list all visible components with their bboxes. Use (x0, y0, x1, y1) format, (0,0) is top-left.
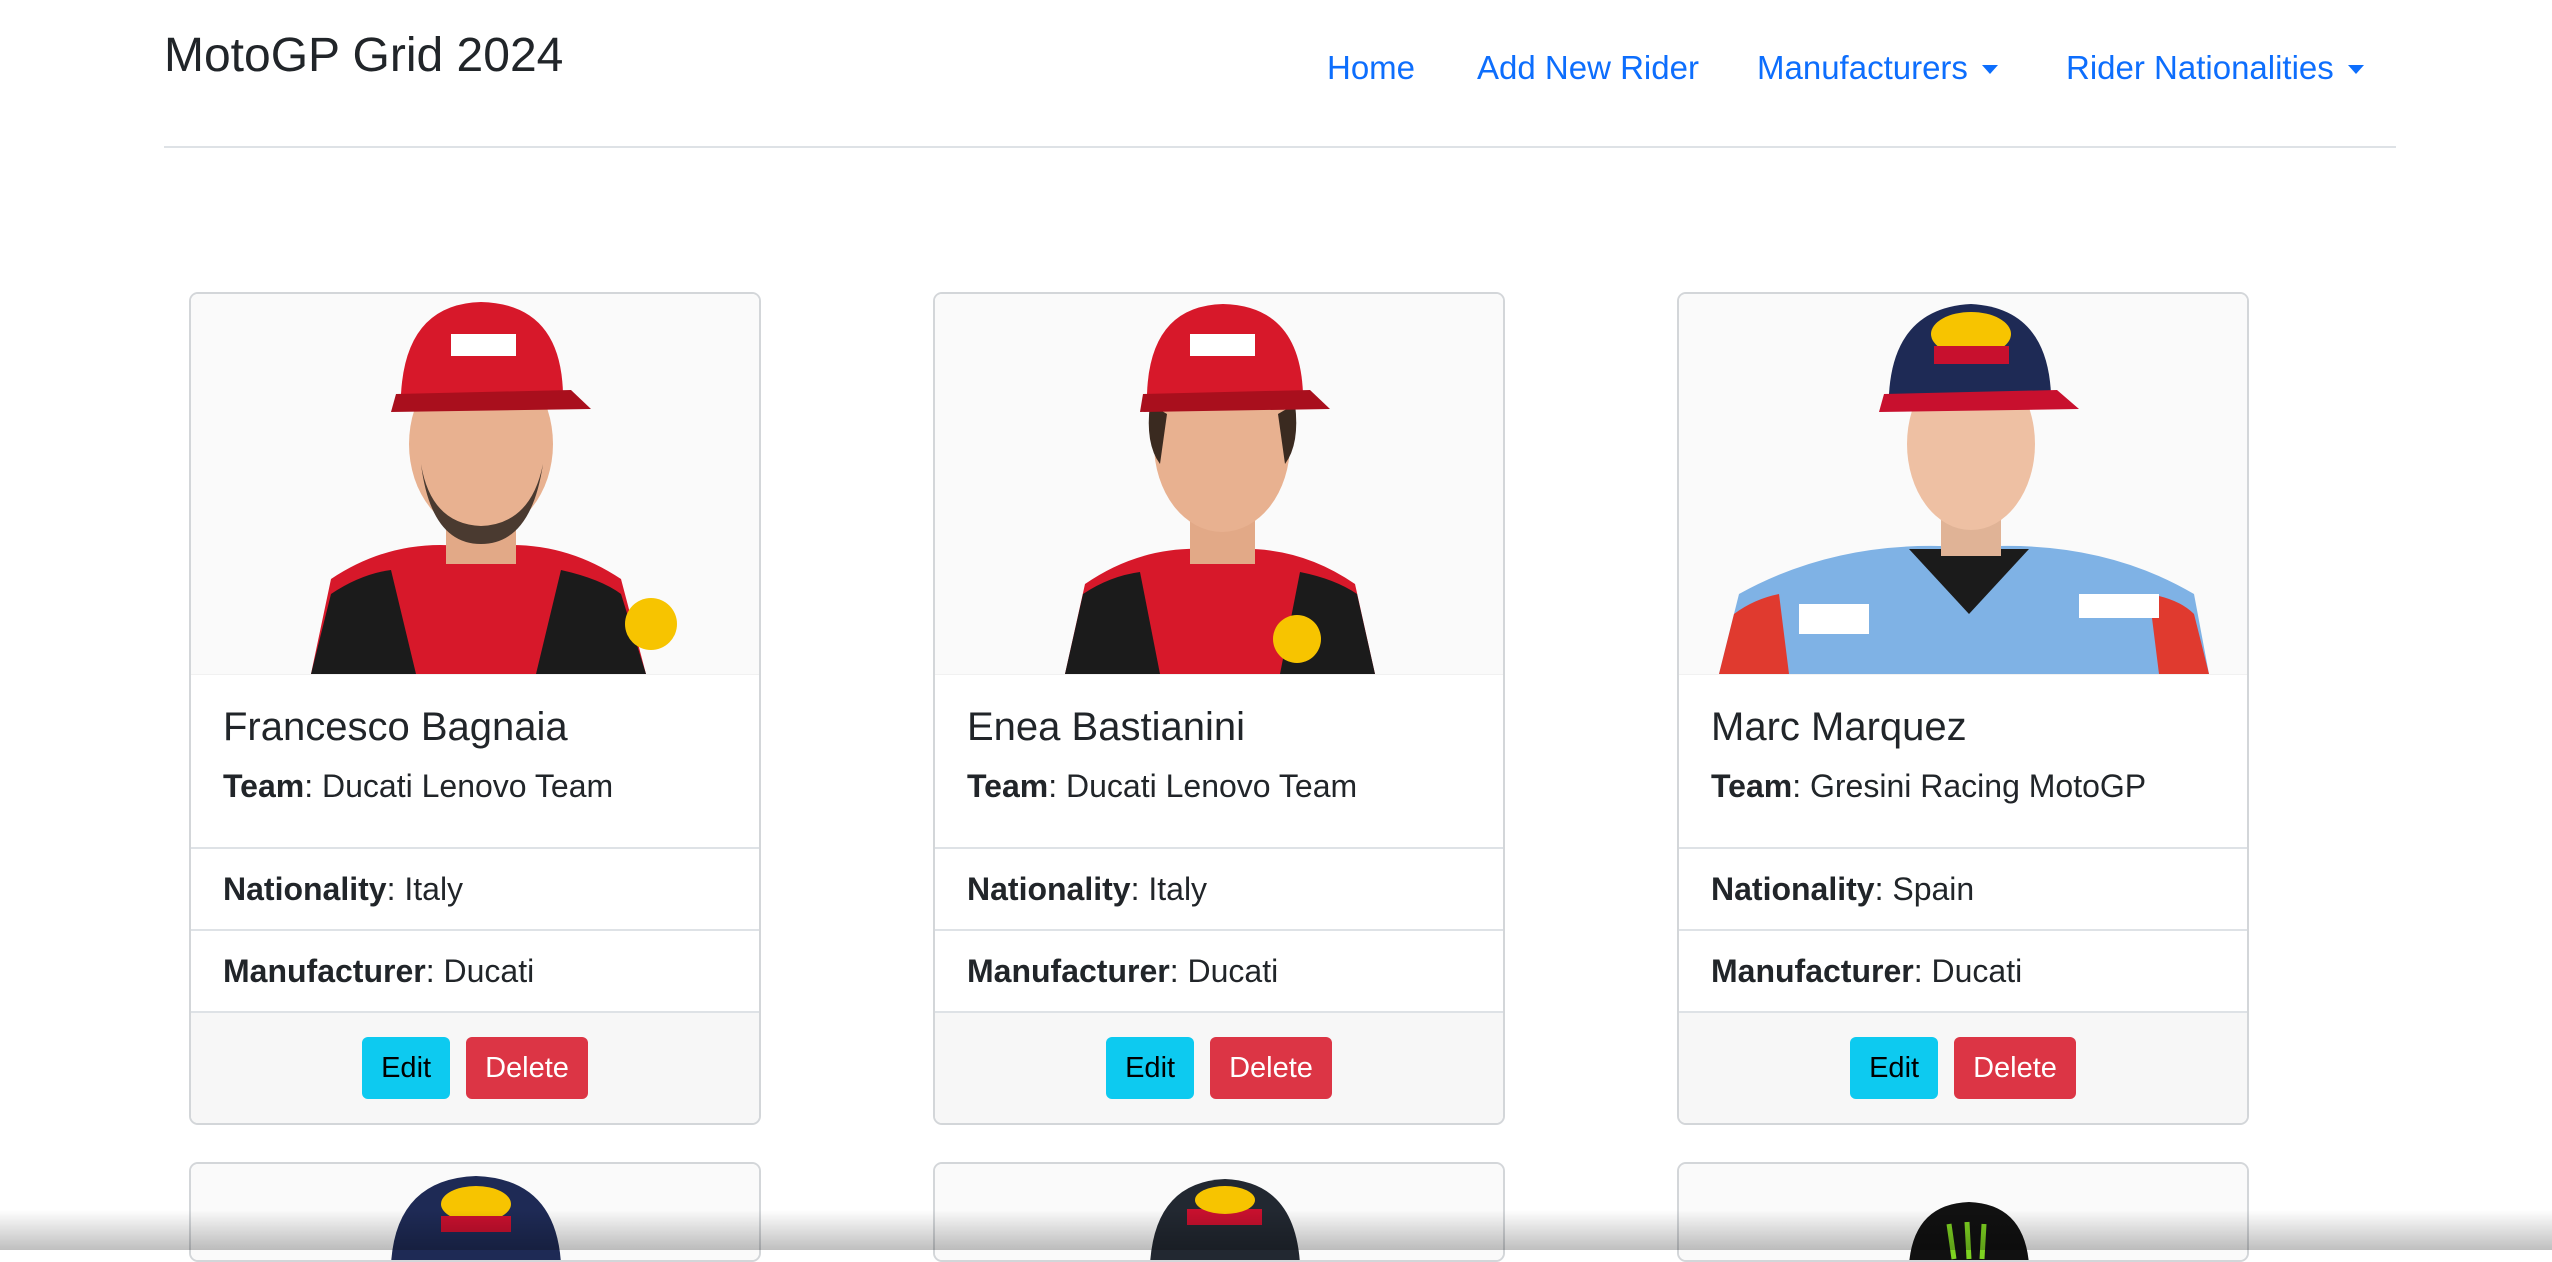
manufacturer-value: Ducati (1187, 953, 1279, 989)
rider-manufacturer: Manufacturer: Ducati (935, 929, 1503, 1011)
rider-manufacturer: Manufacturer: Ducati (1679, 929, 2247, 1011)
rider-card: Francesco Bagnaia Team: Ducati Lenovo Te… (189, 292, 761, 1125)
rider-team: Team: Ducati Lenovo Team (223, 768, 614, 804)
manufacturer-label: Manufacturer (223, 953, 426, 989)
navbar: MotoGP Grid 2024 Home Add New Rider Manu… (164, 0, 2396, 148)
window-bottom-shadow (0, 1210, 2552, 1250)
edit-button[interactable]: Edit (1850, 1037, 1939, 1099)
manufacturer-value: Ducati (443, 953, 535, 989)
card-body: Francesco Bagnaia Team: Ducati Lenovo Te… (191, 675, 759, 847)
rider-nationality: Nationality: Spain (1679, 847, 2247, 929)
nav-nationalities-label: Rider Nationalities (2066, 49, 2334, 86)
nationality-value: Italy (404, 871, 464, 907)
rider-photo (1679, 294, 2247, 675)
card-body: Enea Bastianini Team: Ducati Lenovo Team (935, 675, 1503, 847)
rider-team: Team: Gresini Racing MotoGP (1711, 768, 2147, 804)
rider-photo (191, 294, 759, 675)
nationality-value: Spain (1892, 871, 1975, 907)
card-body: Marc Marquez Team: Gresini Racing MotoGP (1679, 675, 2247, 847)
manufacturer-label: Manufacturer (967, 953, 1170, 989)
card-footer: Edit Delete (935, 1011, 1503, 1123)
card-footer: Edit Delete (1679, 1011, 2247, 1123)
team-label: Team (967, 768, 1049, 804)
card-footer: Edit Delete (191, 1011, 759, 1123)
rider-nationality: Nationality: Italy (191, 847, 759, 929)
delete-button[interactable]: Delete (466, 1037, 588, 1099)
nav-menu: Home Add New Rider Manufacturers Rider N… (164, 48, 2396, 88)
nationality-label: Nationality (223, 871, 387, 907)
nav-manufacturers-label: Manufacturers (1757, 49, 1968, 86)
caret-down-icon (2347, 65, 2364, 74)
team-label: Team (223, 768, 305, 804)
manufacturer-value: Ducati (1931, 953, 2023, 989)
team-value: Ducati Lenovo Team (1066, 768, 1358, 804)
nav-manufacturers-dropdown[interactable]: Manufacturers (1757, 48, 1998, 88)
rider-team: Team: Ducati Lenovo Team (967, 768, 1358, 804)
team-label: Team (1711, 768, 1793, 804)
delete-button[interactable]: Delete (1954, 1037, 2076, 1099)
rider-nationality: Nationality: Italy (935, 847, 1503, 929)
rider-name: Marc Marquez (1711, 705, 1967, 749)
nav-home-link[interactable]: Home (1327, 48, 1415, 88)
rider-name: Francesco Bagnaia (223, 705, 568, 749)
nationality-label: Nationality (967, 871, 1131, 907)
edit-button[interactable]: Edit (362, 1037, 451, 1099)
rider-manufacturer: Manufacturer: Ducati (191, 929, 759, 1011)
nav-add-rider-link[interactable]: Add New Rider (1477, 48, 1699, 88)
team-value: Gresini Racing MotoGP (1810, 768, 2147, 804)
nationality-label: Nationality (1711, 871, 1875, 907)
rider-card: Marc Marquez Team: Gresini Racing MotoGP… (1677, 292, 2249, 1125)
rider-name: Enea Bastianini (967, 705, 1245, 749)
manufacturer-label: Manufacturer (1711, 953, 1914, 989)
edit-button[interactable]: Edit (1106, 1037, 1195, 1099)
caret-down-icon (1981, 65, 1998, 74)
nav-nationalities-dropdown[interactable]: Rider Nationalities (2066, 48, 2364, 88)
nationality-value: Italy (1148, 871, 1208, 907)
team-value: Ducati Lenovo Team (322, 768, 614, 804)
rider-card: Enea Bastianini Team: Ducati Lenovo Team… (933, 292, 1505, 1125)
rider-photo (935, 294, 1503, 675)
delete-button[interactable]: Delete (1210, 1037, 1332, 1099)
